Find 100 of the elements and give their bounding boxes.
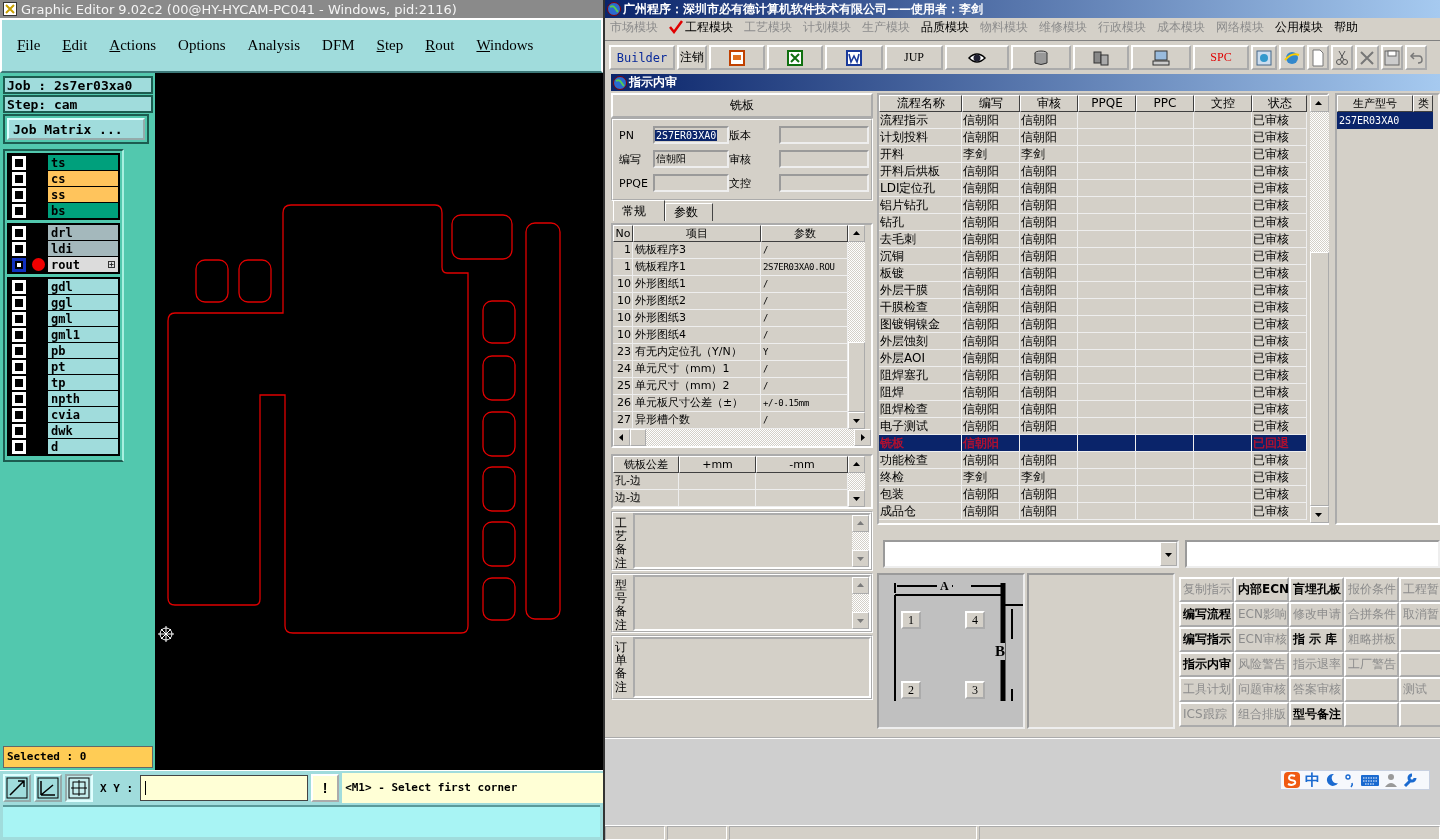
scroll-left-icon[interactable] [613, 429, 630, 446]
table-cell[interactable] [1194, 469, 1252, 486]
scroll-down-icon[interactable] [848, 490, 865, 507]
table-cell[interactable] [1136, 316, 1194, 333]
close-icon[interactable] [1355, 45, 1379, 70]
toolbar-button[interactable]: Builder [609, 45, 675, 70]
scroll-up-icon[interactable] [848, 456, 865, 473]
coordinates-field[interactable] [140, 775, 309, 801]
table-cell[interactable]: 信朝阳 [962, 129, 1020, 146]
table-cell[interactable]: 信朝阳 [962, 401, 1020, 418]
table-cell[interactable] [1194, 486, 1252, 503]
eye-icon[interactable] [945, 45, 1009, 70]
table-cell[interactable] [1136, 486, 1194, 503]
dropdown-field[interactable] [883, 540, 1179, 568]
column-header[interactable]: -mm [756, 456, 848, 473]
browser-icon[interactable] [1279, 45, 1305, 70]
toolbar-button[interactable]: JUP [885, 45, 943, 70]
table-cell[interactable]: 信朝阳 [1020, 197, 1078, 214]
menu-item[interactable]: File [17, 37, 41, 54]
layer-name[interactable]: dwk [48, 423, 118, 438]
tab[interactable]: 常规 [613, 200, 665, 221]
table-cell[interactable]: 外层AOI [879, 350, 962, 367]
table-cell[interactable]: 信朝阳 [1020, 486, 1078, 503]
table-cell[interactable] [1078, 452, 1136, 469]
table-cell[interactable]: 信朝阳 [962, 163, 1020, 180]
text-field[interactable] [1185, 540, 1440, 568]
table-cell[interactable]: 信朝阳 [1020, 163, 1078, 180]
table-cell[interactable] [1078, 367, 1136, 384]
column-header[interactable]: PPQE [1078, 95, 1136, 112]
menu-item[interactable]: Windows [476, 37, 534, 54]
table-cell[interactable]: 去毛刺 [879, 231, 962, 248]
table-cell[interactable] [1194, 112, 1252, 129]
table-cell[interactable]: 信朝阳 [1020, 384, 1078, 401]
table-cell[interactable]: 信朝阳 [962, 265, 1020, 282]
table-cell[interactable]: 成品仓 [879, 503, 962, 520]
table-cell[interactable] [1078, 350, 1136, 367]
table-cell[interactable]: 信朝阳 [1020, 350, 1078, 367]
table-cell[interactable]: 包装 [879, 486, 962, 503]
table-cell[interactable]: 李剑 [1020, 146, 1078, 163]
table-cell[interactable] [1078, 384, 1136, 401]
undo-icon[interactable] [1405, 45, 1427, 70]
table-cell[interactable]: 信朝阳 [962, 282, 1020, 299]
table-cell[interactable]: 已审核 [1252, 146, 1307, 163]
table-cell[interactable]: 信朝阳 [1020, 265, 1078, 282]
table-cell[interactable] [1078, 112, 1136, 129]
document-icon[interactable] [825, 45, 883, 70]
table-cell[interactable] [1078, 401, 1136, 418]
table-cell[interactable]: 信朝阳 [1020, 129, 1078, 146]
table-cell[interactable]: 终检 [879, 469, 962, 486]
table-cell[interactable] [1194, 401, 1252, 418]
column-header[interactable]: 编写 [962, 95, 1020, 112]
column-header[interactable]: PPC [1136, 95, 1194, 112]
alert-button[interactable]: ! [311, 774, 340, 802]
table-cell[interactable]: 铝片钻孔 [879, 197, 962, 214]
table-cell[interactable] [1194, 214, 1252, 231]
table-cell[interactable]: 外层干膜 [879, 282, 962, 299]
text-field[interactable] [653, 174, 729, 192]
corner-button[interactable]: 1 [901, 611, 921, 629]
table-cell[interactable]: 已审核 [1252, 316, 1307, 333]
layer-name[interactable]: ts [48, 155, 118, 170]
table-cell[interactable]: 信朝阳 [962, 452, 1020, 469]
menu-item[interactable]: Actions [109, 37, 157, 54]
layer-name[interactable]: drl [48, 225, 118, 240]
table-cell[interactable]: 信朝阳 [962, 248, 1020, 265]
column-header[interactable]: 流程名称 [879, 95, 962, 112]
table-cell[interactable]: 信朝阳 [1020, 180, 1078, 197]
table-cell[interactable]: 信朝阳 [1020, 112, 1078, 129]
table-cell[interactable]: 信朝阳 [962, 231, 1020, 248]
table-cell[interactable] [1136, 146, 1194, 163]
scroll-down-icon[interactable] [1310, 506, 1329, 523]
table-cell[interactable] [1136, 163, 1194, 180]
column-header[interactable]: 类 [1413, 95, 1433, 112]
table-cell[interactable]: 已审核 [1252, 265, 1307, 282]
table-cell[interactable] [1136, 282, 1194, 299]
layer-name[interactable]: ggl [48, 295, 118, 310]
module-menu-item[interactable]: 工程模块 [669, 18, 733, 36]
table-cell[interactable]: 已审核 [1252, 231, 1307, 248]
angle-icon[interactable] [34, 774, 62, 802]
layer-name[interactable]: ldi [48, 241, 118, 256]
column-header[interactable]: 审核 [1020, 95, 1078, 112]
table-cell[interactable] [1078, 248, 1136, 265]
column-header[interactable]: No [613, 225, 633, 242]
module-menu-item[interactable]: 公用模块 [1275, 18, 1323, 36]
table-cell[interactable]: 信朝阳 [1020, 299, 1078, 316]
text-field[interactable] [779, 174, 869, 192]
column-header[interactable]: 文控 [1194, 95, 1252, 112]
table-cell[interactable]: 已审核 [1252, 214, 1307, 231]
layer-name[interactable]: pb [48, 343, 118, 358]
table-cell[interactable]: 信朝阳 [962, 333, 1020, 350]
toolbar-button[interactable]: 注销 [677, 45, 707, 70]
table-cell[interactable] [1194, 163, 1252, 180]
action-button[interactable]: 盲埋孔板 [1289, 577, 1344, 602]
table-cell[interactable] [1078, 265, 1136, 282]
table-cell[interactable]: 已审核 [1252, 299, 1307, 316]
table-cell[interactable] [1078, 435, 1136, 452]
table-cell[interactable]: 沉铜 [879, 248, 962, 265]
column-header[interactable]: +mm [679, 456, 756, 473]
table-cell[interactable] [1136, 299, 1194, 316]
table-cell[interactable]: 信朝阳 [1020, 367, 1078, 384]
tab[interactable]: 参数 [665, 203, 713, 221]
